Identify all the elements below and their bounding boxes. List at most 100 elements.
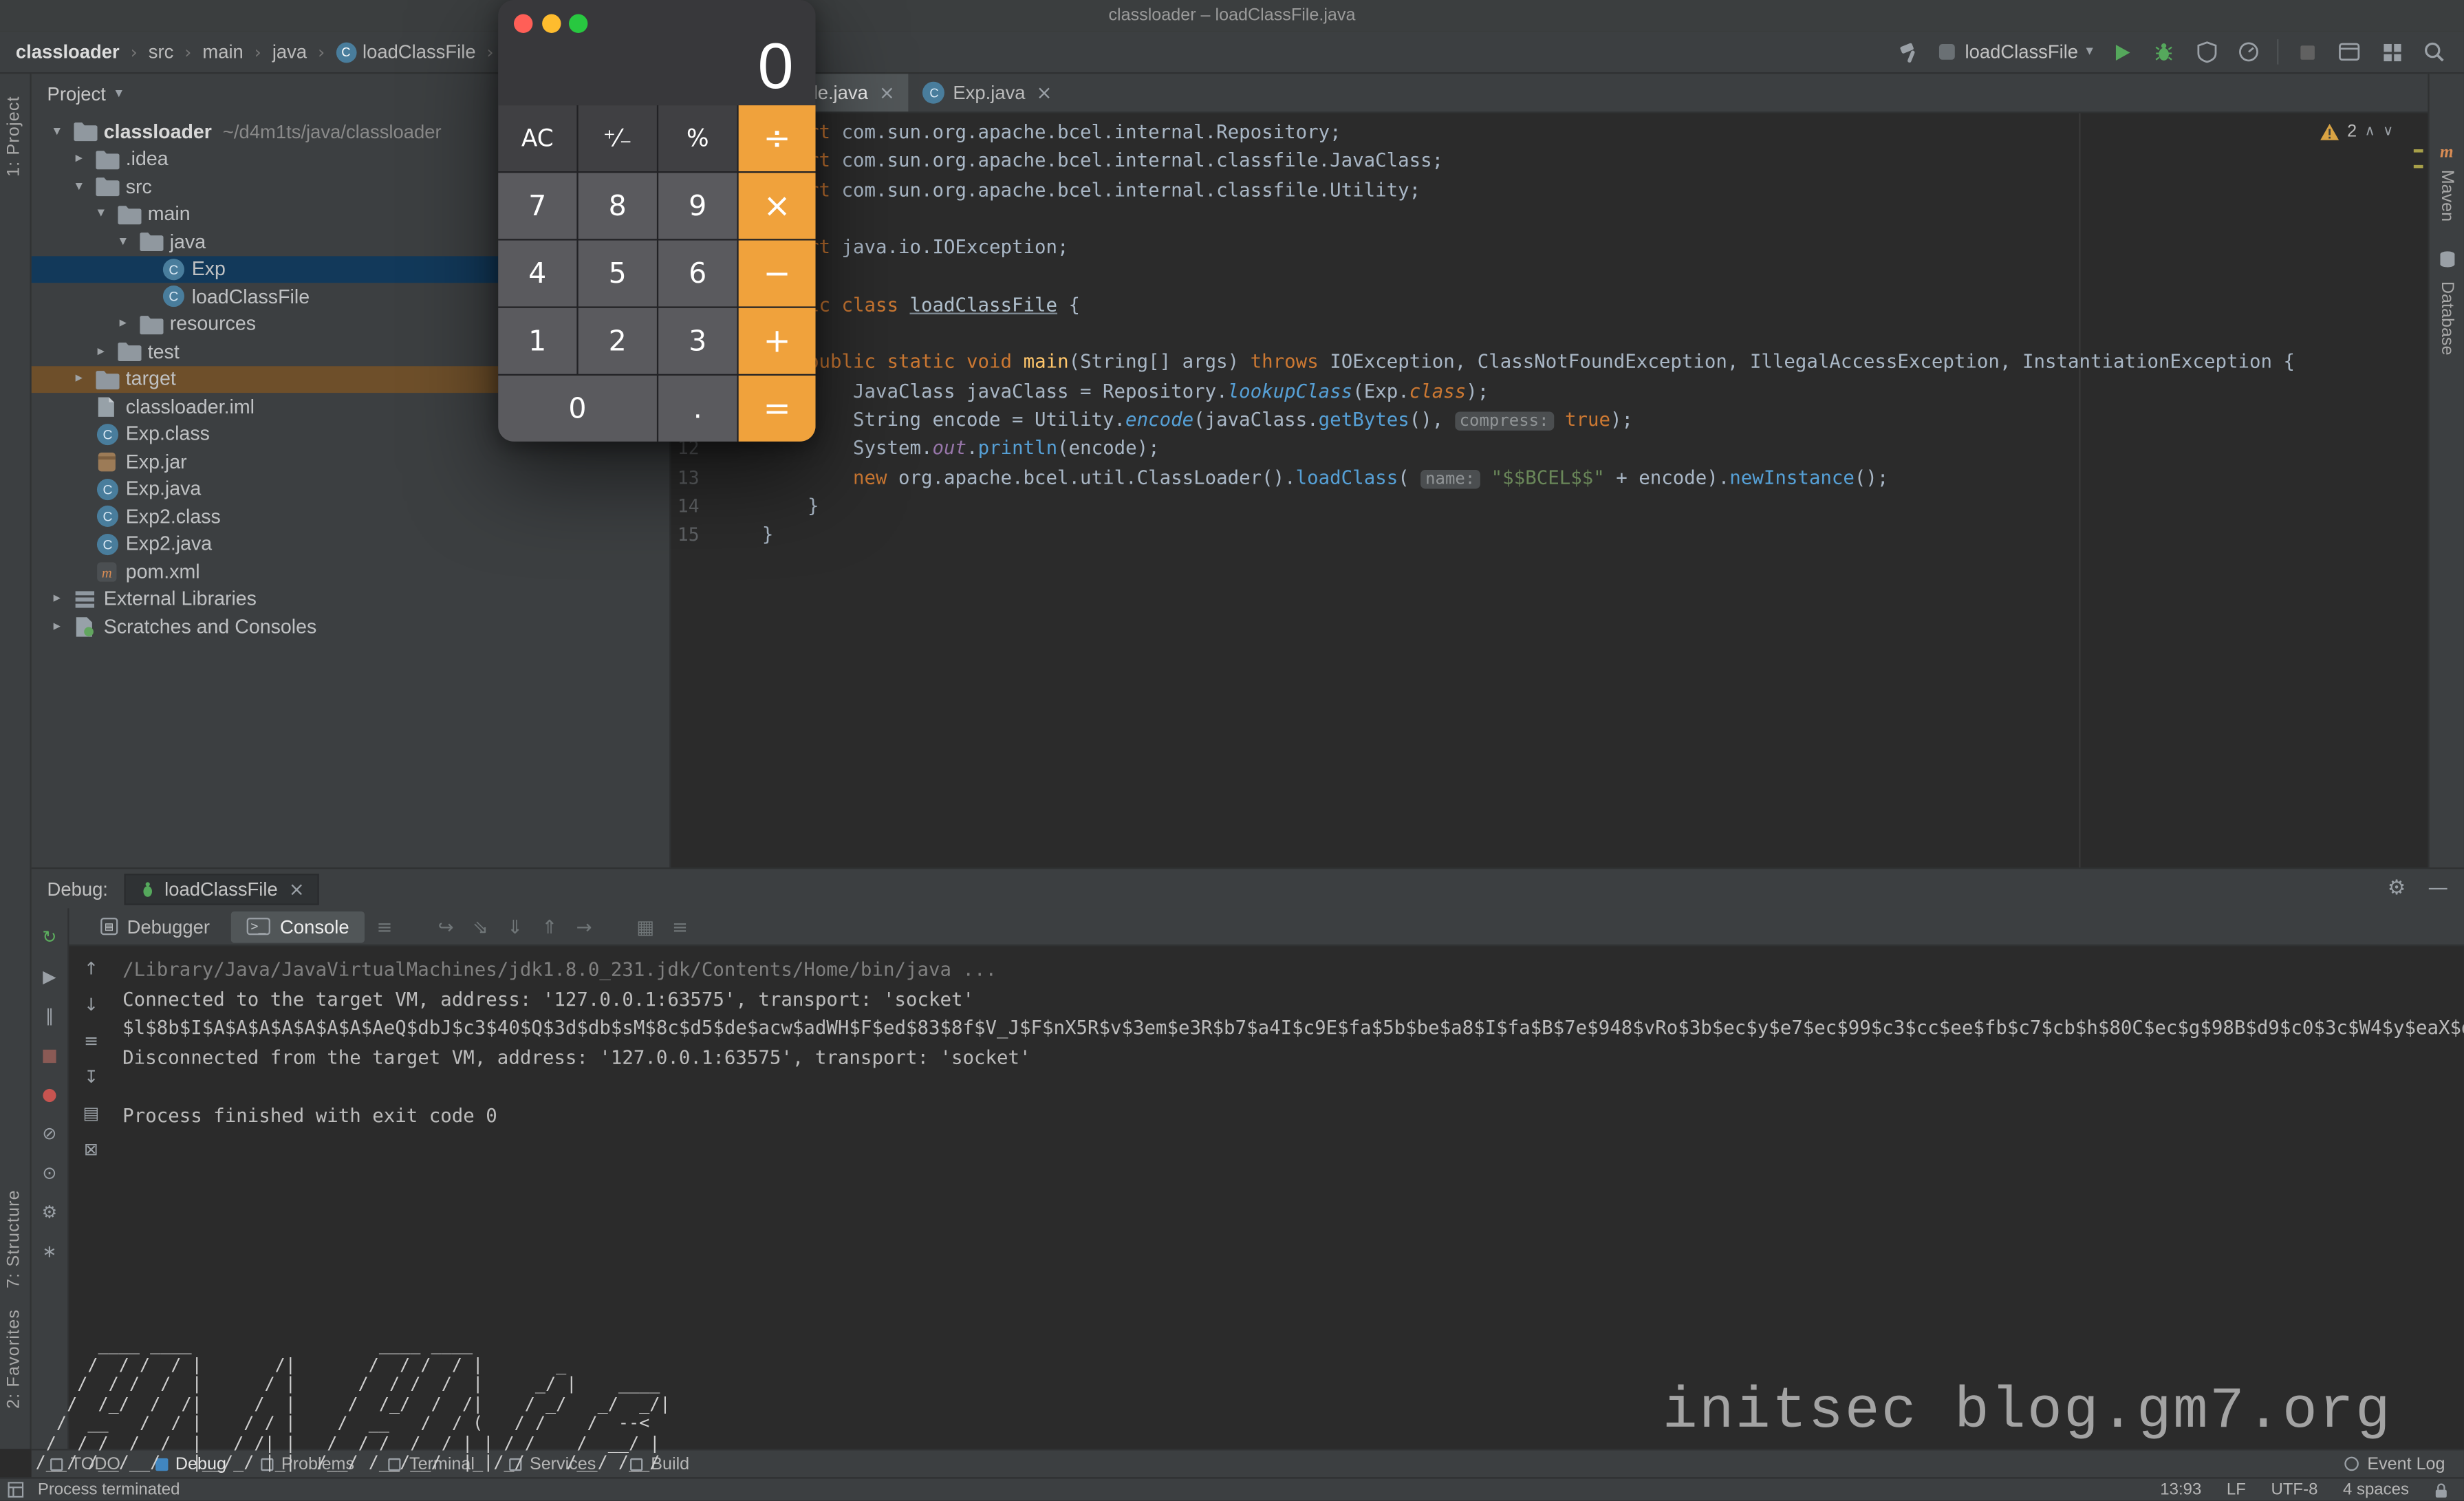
- toolwindow-button-structure[interactable]: 7: Structure: [5, 1190, 23, 1289]
- event-log-button[interactable]: Event Log: [2345, 1454, 2445, 1473]
- breadcrumb-item-src[interactable]: src: [149, 41, 174, 63]
- breadcrumb-item-loadclassfile[interactable]: CloadClassFile: [336, 41, 476, 63]
- close-icon[interactable]: ×: [879, 82, 895, 104]
- calc-key-6[interactable]: 6: [658, 240, 737, 307]
- tree-row-exp2-class[interactable]: C Exp2.class: [32, 503, 669, 530]
- calc-key-[interactable]: %: [658, 105, 737, 171]
- to-top-button[interactable]: ↑: [78, 955, 104, 981]
- calc-key-3[interactable]: 3: [658, 307, 737, 374]
- calc-key-[interactable]: .: [658, 375, 737, 442]
- calc-key-[interactable]: +: [738, 307, 816, 374]
- tab-exp-java[interactable]: C Exp.java ×: [909, 74, 1066, 111]
- tree-row-exp2-java[interactable]: C Exp2.java: [32, 530, 669, 558]
- chevron-open-icon[interactable]: ▾: [76, 179, 96, 195]
- gear-icon[interactable]: ⚙: [2388, 877, 2406, 900]
- calc-key-ac[interactable]: AC: [498, 105, 577, 171]
- thread-dump-button[interactable]: ⊙: [37, 1160, 63, 1185]
- calc-key-7[interactable]: 7: [498, 173, 577, 239]
- stop-button[interactable]: ■: [37, 1042, 63, 1068]
- chevron-closed-icon[interactable]: ▸: [98, 344, 118, 360]
- show-execution-point-button[interactable]: ↪: [431, 912, 460, 940]
- debug-tab-console[interactable]: >_ Console: [230, 910, 365, 942]
- calc-key-4[interactable]: 4: [498, 240, 577, 307]
- layout-grid-icon[interactable]: [2377, 38, 2406, 66]
- calc-key-[interactable]: ×: [738, 173, 816, 239]
- tree-row-scratches-and-consoles[interactable]: ▸ Scratches and Consoles: [32, 613, 669, 640]
- toolwindow-toggle-icon[interactable]: [8, 1482, 24, 1498]
- chevron-closed-icon[interactable]: ▸: [120, 316, 140, 332]
- previous-problem-icon[interactable]: ∧: [2365, 124, 2375, 140]
- soft-wrap-button[interactable]: ≡: [78, 1028, 104, 1053]
- breadcrumb-item-classloader[interactable]: classloader: [16, 41, 120, 63]
- debug-session-tab[interactable]: loadClassFile ×: [123, 872, 319, 905]
- coverage-button[interactable]: [2192, 38, 2220, 66]
- run-configuration-select[interactable]: loadClassFile ▾: [1938, 41, 2093, 63]
- tree-row-exp-java[interactable]: C Exp.java: [32, 475, 669, 503]
- restore-layout-button[interactable]: ▦: [631, 912, 660, 940]
- to-bottom-button[interactable]: ↓: [78, 991, 104, 1017]
- run-to-cursor-button[interactable]: →: [569, 912, 598, 940]
- view-breakpoints-button[interactable]: ●: [37, 1081, 63, 1107]
- step-out-button[interactable]: ⇑: [534, 912, 564, 940]
- debug-button[interactable]: [2150, 38, 2178, 66]
- view-options-button[interactable]: ≡: [665, 912, 695, 940]
- toolwindow-button-project[interactable]: 1: Project: [5, 96, 23, 177]
- chevron-open-icon[interactable]: ▾: [54, 124, 74, 140]
- calc-key-[interactable]: ⁺⁄₋: [578, 105, 657, 171]
- stop-button[interactable]: [2293, 38, 2321, 66]
- close-icon[interactable]: ×: [289, 878, 305, 900]
- close-window-button[interactable]: [513, 14, 533, 33]
- resume-button[interactable]: ▶: [37, 963, 63, 989]
- next-problem-icon[interactable]: ∨: [2383, 124, 2393, 140]
- calc-key-5[interactable]: 5: [578, 240, 657, 307]
- zoom-window-button[interactable]: [568, 14, 588, 33]
- toolwindow-button-database[interactable]: Database: [2430, 250, 2464, 355]
- toolwindow-button-maven[interactable]: m Maven: [2430, 143, 2464, 222]
- calc-key-[interactable]: =: [738, 375, 816, 442]
- inspection-widget[interactable]: 2 ∧ ∨: [2319, 122, 2393, 142]
- calc-key-9[interactable]: 9: [658, 173, 737, 239]
- hide-panel-icon[interactable]: —: [2428, 877, 2448, 900]
- step-over-button[interactable]: ⇘: [466, 912, 495, 940]
- editor-code[interactable]: 1import com.sun.org.apache.bcel.internal…: [671, 113, 2409, 867]
- pin-button[interactable]: ∗: [37, 1238, 63, 1264]
- lock-icon[interactable]: [2434, 1481, 2449, 1498]
- indent-setting[interactable]: 4 spaces: [2343, 1480, 2409, 1499]
- minimize-window-button[interactable]: [542, 14, 561, 33]
- calculator-window[interactable]: 0 AC ⁺⁄₋% ÷ 7 8 9 × 4 5 6− 1 2 3 +0. =: [498, 0, 816, 442]
- breadcrumb-item-java[interactable]: java: [272, 41, 307, 63]
- mute-breakpoints-button[interactable]: ⊘: [37, 1121, 63, 1146]
- chevron-closed-icon[interactable]: ▸: [54, 618, 74, 634]
- profiler-button[interactable]: [2234, 38, 2262, 66]
- chevron-open-icon[interactable]: ▾: [98, 206, 118, 222]
- run-button[interactable]: [2107, 38, 2135, 66]
- open-in-window-icon[interactable]: [2335, 38, 2364, 66]
- build-hammer-icon[interactable]: [1896, 38, 1924, 66]
- calc-key-8[interactable]: 8: [578, 173, 657, 239]
- scroll-to-end-button[interactable]: ↧: [78, 1064, 104, 1090]
- caret-position[interactable]: 13:93: [2160, 1480, 2201, 1499]
- breadcrumb-item-main[interactable]: main: [202, 41, 243, 63]
- chevron-closed-icon[interactable]: ▸: [54, 592, 74, 607]
- chevron-open-icon[interactable]: ▾: [120, 234, 140, 250]
- file-encoding[interactable]: UTF-8: [2271, 1480, 2317, 1499]
- chevron-closed-icon[interactable]: ▸: [76, 371, 96, 387]
- tree-row-exp-jar[interactable]: Exp.jar: [32, 448, 669, 475]
- debug-tab-debugger[interactable]: ▤ Debugger: [85, 911, 226, 942]
- tree-row-external-libraries[interactable]: ▸ External Libraries: [32, 585, 669, 613]
- step-into-button[interactable]: ⇓: [500, 912, 530, 940]
- chevron-closed-icon[interactable]: ▸: [76, 151, 96, 167]
- calc-key-2[interactable]: 2: [578, 307, 657, 374]
- search-everywhere-icon[interactable]: [2420, 38, 2448, 66]
- calc-key-0[interactable]: 0: [498, 375, 657, 442]
- toolwindow-button-favorites[interactable]: 2: Favorites: [5, 1308, 23, 1408]
- line-ending[interactable]: LF: [2227, 1480, 2246, 1499]
- print-button[interactable]: ▤: [78, 1100, 104, 1125]
- debug-settings-button[interactable]: ⚙: [37, 1199, 63, 1224]
- close-icon[interactable]: ×: [1037, 82, 1052, 104]
- calc-key-[interactable]: ÷: [738, 105, 816, 171]
- pause-button[interactable]: ∥: [37, 1002, 63, 1028]
- menu-icon[interactable]: ≡: [369, 912, 399, 940]
- tree-row-pom-xml[interactable]: m pom.xml: [32, 558, 669, 585]
- rerun-button[interactable]: ↻: [37, 924, 63, 949]
